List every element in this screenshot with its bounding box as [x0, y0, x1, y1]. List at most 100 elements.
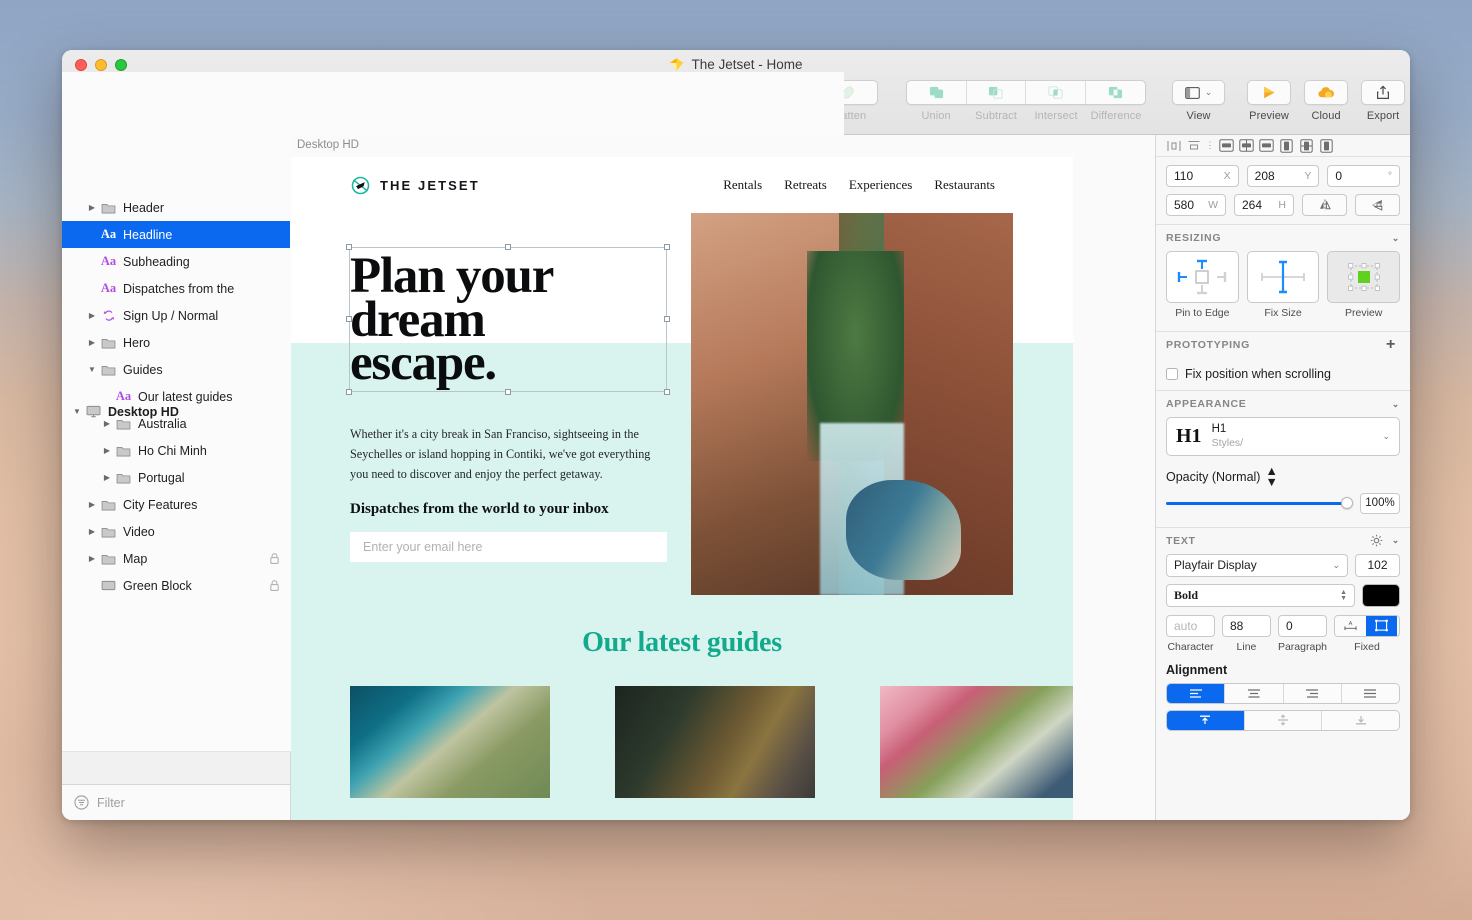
hero-image[interactable]: [691, 213, 1013, 595]
resize-handle-w[interactable]: [346, 316, 352, 322]
layer-row[interactable]: ▶Header: [62, 194, 290, 221]
resize-handle-sw[interactable]: [346, 389, 352, 395]
text-sizing-toggle[interactable]: A: [1334, 615, 1400, 637]
blend-mode-stepper[interactable]: ▲▼: [1265, 466, 1277, 489]
align-center-horizontal-icon[interactable]: [1236, 138, 1256, 154]
resize-handle-se[interactable]: [664, 389, 670, 395]
lock-icon[interactable]: [269, 552, 280, 565]
disclosure-closed-icon[interactable]: ▶: [85, 554, 99, 563]
site-logo[interactable]: THE JETSET: [350, 175, 480, 196]
subheading-text[interactable]: Whether it's a city break in San Francis…: [350, 425, 655, 484]
layer-row[interactable]: ▶Green Block: [62, 572, 290, 599]
x-input[interactable]: 110 X: [1166, 165, 1239, 187]
layer-row[interactable]: ▶Portugal: [62, 464, 290, 491]
difference-button[interactable]: [1086, 81, 1146, 104]
disclosure-closed-icon[interactable]: ▶: [85, 338, 99, 347]
font-family-select[interactable]: Playfair Display ⌄: [1166, 554, 1348, 577]
canvas[interactable]: Desktop HD THE JETSET RentalsRetreatsExp…: [291, 135, 1155, 820]
align-top-icon[interactable]: [1276, 138, 1296, 154]
resize-handle-n[interactable]: [505, 244, 511, 250]
site-nav-item-restaurants[interactable]: Restaurants: [934, 177, 995, 193]
font-size-input[interactable]: 102: [1355, 554, 1400, 577]
layer-row[interactable]: ▶Map: [62, 545, 290, 572]
align-text-top-button[interactable]: [1167, 711, 1245, 730]
union-button[interactable]: [907, 81, 967, 104]
opacity-slider[interactable]: [1166, 502, 1352, 505]
disclosure-closed-icon[interactable]: ▶: [85, 311, 99, 320]
fix-position-checkbox[interactable]: [1166, 368, 1178, 380]
chevron-down-icon[interactable]: ⌄: [1392, 233, 1400, 244]
character-input[interactable]: auto: [1166, 615, 1215, 637]
resizing-header[interactable]: RESIZING ⌄: [1156, 225, 1410, 251]
chevron-down-icon[interactable]: ⌄: [1392, 399, 1400, 410]
resize-handle-nw[interactable]: [346, 244, 352, 250]
paragraph-spacing[interactable]: 0 Paragraph: [1278, 615, 1327, 653]
export-button[interactable]: [1361, 80, 1405, 105]
y-input[interactable]: 208 Y: [1247, 165, 1320, 187]
toolbar-export[interactable]: Export: [1361, 80, 1405, 122]
align-distribute-vertical-icon[interactable]: [1184, 138, 1204, 154]
subtract-button[interactable]: [967, 81, 1027, 104]
intersect-button[interactable]: [1026, 81, 1086, 104]
layer-row[interactable]: ▼Guides: [62, 356, 290, 383]
align-text-right-button[interactable]: [1284, 684, 1342, 703]
artboard-label[interactable]: Desktop HD: [297, 139, 359, 151]
character-spacing[interactable]: auto Character: [1166, 615, 1215, 653]
layer-row[interactable]: ▶AaOur latest guides: [62, 383, 290, 410]
align-left-icon[interactable]: [1216, 138, 1236, 154]
prototyping-header[interactable]: PROTOTYPING +: [1156, 332, 1410, 358]
layer-row[interactable]: ▶AaDispatches from the: [62, 275, 290, 302]
guides-heading[interactable]: Our latest guides: [291, 627, 1073, 659]
paragraph-input[interactable]: 0: [1278, 615, 1327, 637]
width-input[interactable]: 580 W: [1166, 194, 1226, 216]
layer-filter[interactable]: Filter: [62, 784, 290, 820]
align-toolbar[interactable]: ⋮: [1156, 135, 1410, 157]
layer-row[interactable]: ▶Ho Chi Minh: [62, 437, 290, 464]
align-center-vertical-icon[interactable]: [1296, 138, 1316, 154]
lock-icon[interactable]: [269, 579, 280, 592]
add-prototype-button[interactable]: +: [1382, 337, 1400, 353]
layer-row[interactable]: ▶Video: [62, 518, 290, 545]
layer-row[interactable]: ▶Australia: [62, 410, 290, 437]
layer-list[interactable]: ▼Desktop HD▶Header▶AaHeadline▶AaSubheadi…: [62, 194, 290, 784]
fix-size-option[interactable]: Fix Size: [1247, 251, 1320, 319]
font-weight-select[interactable]: Bold ▲▼: [1166, 584, 1355, 607]
align-right-icon[interactable]: [1256, 138, 1276, 154]
vertical-alignment-group[interactable]: [1166, 710, 1400, 731]
artboard-desktop-hd[interactable]: THE JETSET RentalsRetreatsExperiencesRes…: [291, 157, 1073, 820]
flip-horizontal-button[interactable]: [1302, 194, 1347, 216]
resize-handle-ne[interactable]: [664, 244, 670, 250]
text-header[interactable]: TEXT ⌄: [1156, 528, 1410, 554]
disclosure-closed-icon[interactable]: ▶: [85, 527, 99, 536]
layer-row[interactable]: ▶City Features: [62, 491, 290, 518]
pin-to-edge-option[interactable]: Pin to Edge: [1166, 251, 1239, 319]
fixed-size-button[interactable]: [1366, 616, 1397, 636]
disclosure-closed-icon[interactable]: ▶: [100, 446, 114, 455]
align-text-bottom-button[interactable]: [1322, 711, 1399, 730]
align-text-middle-button[interactable]: [1245, 711, 1323, 730]
dispatch-heading[interactable]: Dispatches from the world to your inbox: [350, 501, 609, 518]
text-style-selector[interactable]: H1 H1 Styles/ ⌄: [1166, 417, 1400, 456]
more-options-icon[interactable]: ⋮: [1204, 140, 1216, 151]
guide-card-image[interactable]: [880, 686, 1073, 798]
site-nav-item-retreats[interactable]: Retreats: [784, 177, 827, 193]
email-input[interactable]: Enter your email here: [350, 532, 667, 562]
appearance-header[interactable]: APPEARANCE ⌄: [1156, 391, 1410, 417]
height-input[interactable]: 264 H: [1234, 194, 1294, 216]
toolbar-cloud[interactable]: Cloud: [1304, 80, 1348, 122]
align-bottom-icon[interactable]: [1316, 138, 1336, 154]
cloud-button[interactable]: [1304, 80, 1348, 105]
site-nav[interactable]: RentalsRetreatsExperiencesRestaurants: [723, 177, 1053, 193]
fix-position-row[interactable]: Fix position when scrolling: [1156, 358, 1410, 390]
toolbar-preview[interactable]: Preview: [1247, 80, 1291, 122]
disclosure-open-icon[interactable]: ▼: [85, 365, 99, 374]
layer-row[interactable]: ▶AaSubheading: [62, 248, 290, 275]
view-button[interactable]: ⌄: [1172, 80, 1225, 105]
opacity-slider-knob[interactable]: [1341, 497, 1353, 509]
layer-row[interactable]: ▶Sign Up / Normal: [62, 302, 290, 329]
align-distribute-horizontal-icon[interactable]: [1164, 138, 1184, 154]
horizontal-alignment-group[interactable]: [1166, 683, 1400, 704]
auto-width-button[interactable]: A: [1335, 616, 1366, 636]
chevron-down-icon[interactable]: ⌄: [1382, 431, 1390, 442]
site-nav-item-experiences[interactable]: Experiences: [849, 177, 913, 193]
